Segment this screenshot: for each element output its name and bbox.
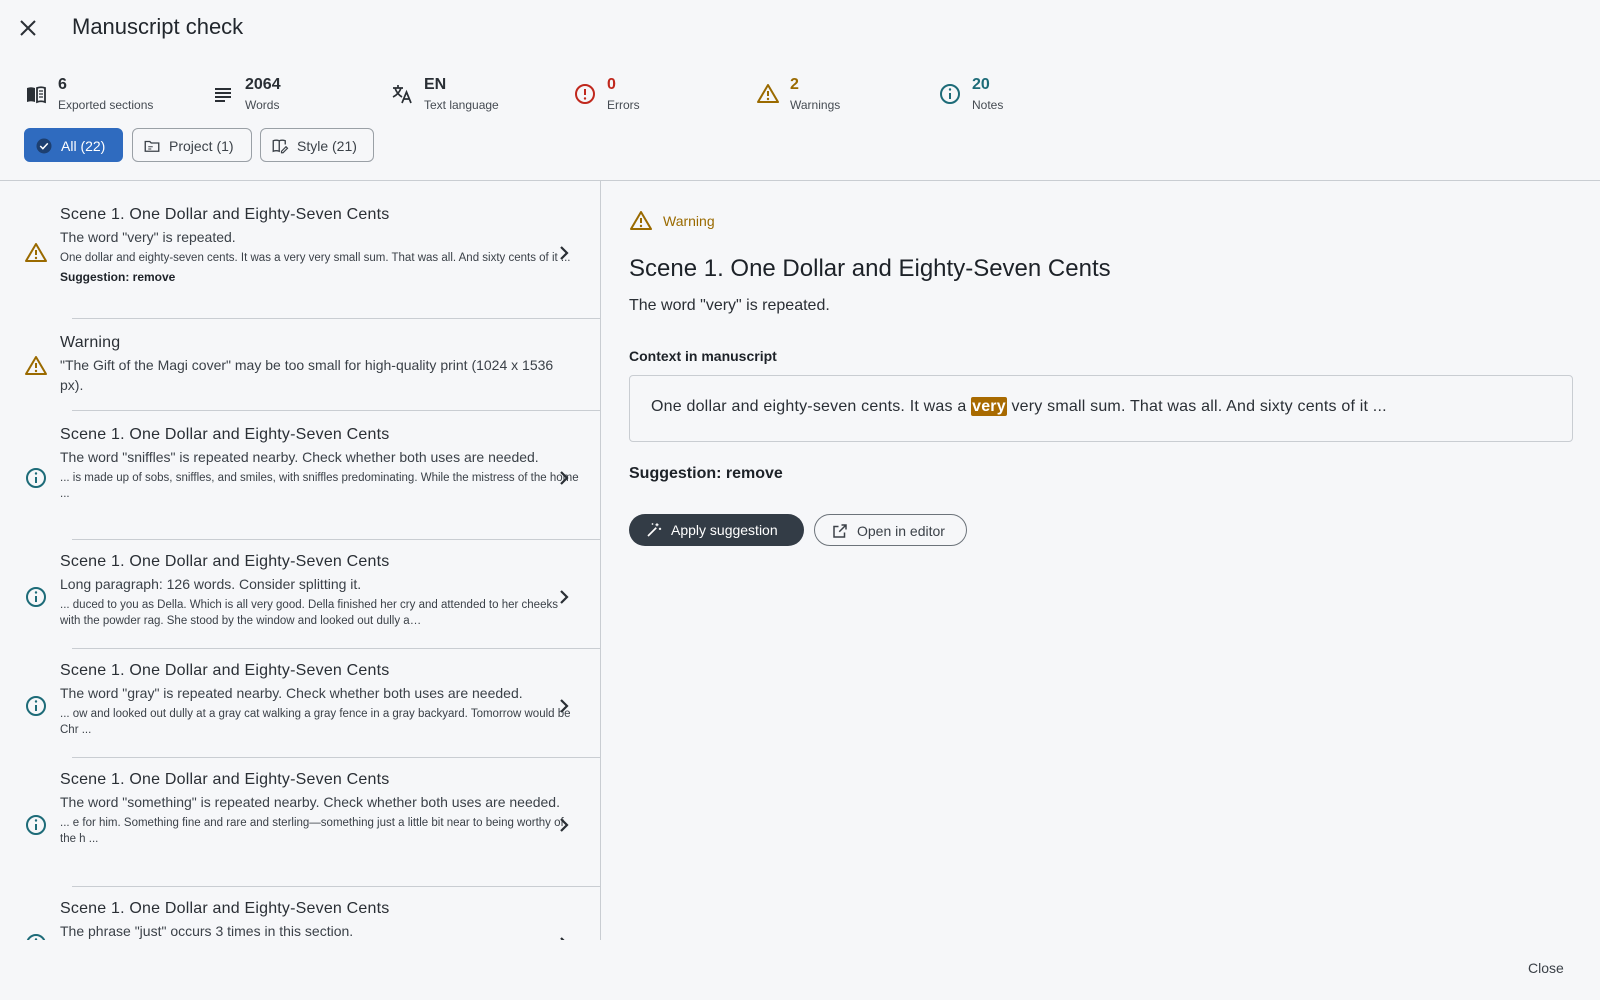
open-external-icon xyxy=(833,524,847,538)
chevron-right-icon[interactable] xyxy=(552,466,576,490)
stat-value: 0 xyxy=(607,76,616,93)
list-item-text: Scene 1. One Dollar and Eighty-Seven Cen… xyxy=(60,552,580,629)
divider xyxy=(600,181,601,940)
lines-icon xyxy=(211,82,235,106)
list-item-context: ... e for him. Something fine and rare a… xyxy=(60,817,564,845)
stat-label: Warnings xyxy=(790,98,841,112)
context-text: One dollar and eighty-seven cents. It wa… xyxy=(651,397,1387,416)
list-item-title: Scene 1. One Dollar and Eighty-Seven Cen… xyxy=(60,771,390,788)
info-icon xyxy=(24,694,48,718)
list-item-context: One dollar and eighty-seven cents. It wa… xyxy=(60,252,571,264)
list-item-text: Scene 1. One Dollar and Eighty-Seven Cen… xyxy=(60,770,580,847)
list-item-message: The word "very" is repeated. xyxy=(60,229,236,245)
stat-value: 6 xyxy=(58,76,67,93)
context-highlight: very xyxy=(971,397,1007,416)
open-in-editor-button[interactable]: Open in editor xyxy=(814,514,967,546)
chevron-right-icon[interactable] xyxy=(552,694,576,718)
list-item-title: Warning xyxy=(60,334,121,351)
filter-chip-label: All (22) xyxy=(61,138,106,154)
context-heading: Context in manuscript xyxy=(629,348,777,364)
chevron-right-icon[interactable] xyxy=(552,585,576,609)
issue-detail: Warning Scene 1. One Dollar and Eighty-S… xyxy=(629,181,1579,940)
list-item-message: The word "something" is repeated nearby.… xyxy=(60,794,560,810)
stat-label: Notes xyxy=(972,98,1004,112)
stats-bar: 6 Exported sections 2064 Words EN Text langua… xyxy=(0,72,1100,118)
chevron-right-icon[interactable] xyxy=(552,241,576,265)
detail-suggestion: Suggestion: remove xyxy=(629,465,783,482)
list-item[interactable]: Scene 1. One Dollar and Eighty-Seven Cen… xyxy=(0,540,600,649)
warning-icon xyxy=(24,354,48,378)
list-item[interactable]: Scene 1. One Dollar and Eighty-Seven Cen… xyxy=(0,758,600,887)
open-in-editor-label: Open in editor xyxy=(857,523,945,539)
list-item-text: Scene 1. One Dollar and Eighty-Seven Cen… xyxy=(60,899,580,940)
warning-icon xyxy=(630,211,652,230)
list-item-title: Scene 1. One Dollar and Eighty-Seven Cen… xyxy=(60,662,390,679)
info-icon xyxy=(24,466,48,490)
list-item-message: The word "sniffles" is repeated nearby. … xyxy=(60,449,539,465)
dialog-header: Manuscript check xyxy=(0,0,1600,56)
stat-label: Errors xyxy=(607,98,640,112)
list-item-message: The phrase "just" occurs 3 times in this… xyxy=(60,923,354,939)
stat-label: Text language xyxy=(424,98,499,112)
translate-icon xyxy=(390,82,414,106)
filter-chip-project[interactable]: Project (1) xyxy=(132,128,252,162)
list-item-text: Warning "The Gift of the Magi cover" may … xyxy=(60,333,580,395)
filter-chip-all[interactable]: All (22) xyxy=(24,128,123,162)
page-title: Manuscript check xyxy=(72,14,244,39)
stat-value: 2064 xyxy=(245,76,281,93)
filter-chip-label: Style (21) xyxy=(297,138,357,154)
list-item-text: Scene 1. One Dollar and Eighty-Seven Cen… xyxy=(60,661,580,738)
list-item-title: Scene 1. One Dollar and Eighty-Seven Cen… xyxy=(60,426,390,443)
list-item-text: Scene 1. One Dollar and Eighty-Seven Cen… xyxy=(60,205,580,284)
severity-label: Warning xyxy=(663,213,715,229)
check-badge-icon xyxy=(35,137,53,155)
list-item-message: The word "gray" is repeated nearby. Chec… xyxy=(60,685,523,701)
info-icon xyxy=(24,932,48,940)
info-icon xyxy=(938,82,962,106)
detail-message: The word "very" is repeated. xyxy=(629,297,830,314)
list-item-title: Scene 1. One Dollar and Eighty-Seven Cen… xyxy=(60,900,390,917)
list-item-title: Scene 1. One Dollar and Eighty-Seven Cen… xyxy=(60,206,390,223)
list-item[interactable]: Scene 1. One Dollar and Eighty-Seven Cen… xyxy=(0,887,600,940)
warning-icon xyxy=(756,82,780,106)
context-before: One dollar and eighty-seven cents. It wa… xyxy=(651,398,972,415)
filter-chip-label: Project (1) xyxy=(169,138,234,154)
list-item-message: Long paragraph: 126 words. Consider spli… xyxy=(60,576,362,592)
chevron-right-icon[interactable] xyxy=(552,932,576,940)
magic-wand-icon xyxy=(647,523,662,537)
info-icon xyxy=(24,813,48,837)
close-button[interactable]: Close xyxy=(1528,960,1564,976)
list-item[interactable]: Warning "The Gift of the Magi cover" may … xyxy=(0,319,600,411)
detail-title: Scene 1. One Dollar and Eighty-Seven Cen… xyxy=(629,255,1111,282)
stat-value: 20 xyxy=(972,76,990,93)
issue-list: Scene 1. One Dollar and Eighty-Seven Cen… xyxy=(0,181,600,940)
book-edit-icon xyxy=(271,137,289,155)
warning-icon xyxy=(24,241,48,265)
list-item-context: ... is made up of sobs, sniffles, and sm… xyxy=(60,472,579,500)
stat-label: Words xyxy=(245,98,280,112)
list-item-context: ... duced to you as Della. Which is all … xyxy=(60,599,558,627)
error-icon xyxy=(573,82,597,106)
list-item-text: Scene 1. One Dollar and Eighty-Seven Cen… xyxy=(60,425,580,502)
close-icon[interactable] xyxy=(16,16,40,40)
stat-value: 2 xyxy=(790,76,799,93)
list-item[interactable]: Scene 1. One Dollar and Eighty-Seven Cen… xyxy=(0,411,600,540)
list-item-context: ... ow and looked out dully at a gray ca… xyxy=(60,708,571,736)
chevron-right-icon[interactable] xyxy=(552,813,576,837)
list-item-title: Scene 1. One Dollar and Eighty-Seven Cen… xyxy=(60,553,390,570)
stat-value: EN xyxy=(424,76,447,93)
context-box: One dollar and eighty-seven cents. It wa… xyxy=(629,375,1573,442)
apply-suggestion-label: Apply suggestion xyxy=(671,522,778,538)
book-icon xyxy=(24,82,48,106)
list-item[interactable]: Scene 1. One Dollar and Eighty-Seven Cen… xyxy=(0,649,600,758)
info-icon xyxy=(24,585,48,609)
stat-label: Exported sections xyxy=(58,98,154,112)
folder-icon xyxy=(143,137,161,155)
list-item-message: "The Gift of the Magi cover" may be too … xyxy=(60,357,554,393)
context-after: very small sum. That was all. And sixty … xyxy=(1006,398,1387,415)
list-item[interactable]: Scene 1. One Dollar and Eighty-Seven Cen… xyxy=(0,181,600,319)
list-item-suggestion: Suggestion: remove xyxy=(60,270,176,284)
filter-chip-style[interactable]: Style (21) xyxy=(260,128,374,162)
apply-suggestion-button[interactable]: Apply suggestion xyxy=(629,514,804,546)
